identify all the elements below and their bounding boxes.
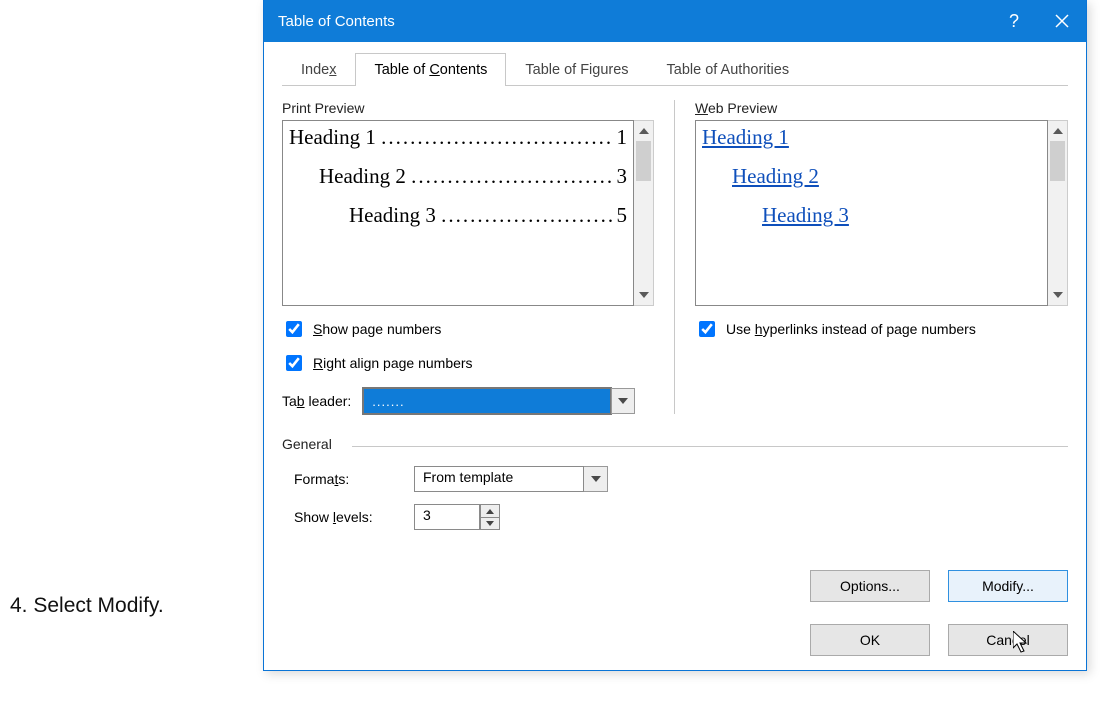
- tab-leader-label: Tab leader:: [282, 393, 351, 409]
- right-align-label: Right align page numbers: [313, 355, 473, 371]
- tabstrip: Index Table of Contents Table of Figures…: [282, 52, 1068, 86]
- preview-link[interactable]: Heading 2: [702, 164, 1041, 189]
- preview-link[interactable]: Heading 3: [702, 203, 1041, 228]
- web-preview-label: Web Preview: [695, 100, 1068, 116]
- chevron-down-icon: [486, 521, 494, 526]
- ok-button[interactable]: OK: [810, 624, 930, 656]
- preview-entry: Heading 2 ..............................…: [289, 164, 627, 189]
- formats-row: Formats: From template: [294, 466, 1068, 492]
- use-hyperlinks-label: Use hyperlinks instead of page numbers: [726, 321, 976, 337]
- tab-leader-select[interactable]: .......: [363, 388, 635, 414]
- spinner-up-button[interactable]: [480, 504, 500, 517]
- options-button[interactable]: Options...: [810, 570, 930, 602]
- scroll-up-button[interactable]: [1048, 121, 1067, 141]
- scrollbar[interactable]: [1048, 120, 1068, 306]
- scroll-track[interactable]: [634, 141, 653, 285]
- formats-label: Formats:: [294, 471, 414, 487]
- chevron-up-icon: [486, 509, 494, 514]
- tab-index[interactable]: Index: [282, 53, 355, 86]
- dialog-body: Index Table of Contents Table of Figures…: [264, 42, 1086, 670]
- chevron-down-icon: [639, 292, 649, 298]
- formats-value[interactable]: From template: [414, 466, 584, 492]
- web-preview-column: Web Preview Heading 1Heading 2Heading 3 …: [675, 100, 1068, 414]
- scroll-thumb[interactable]: [1050, 141, 1065, 181]
- print-preview-column: Print Preview Heading 1 ................…: [282, 100, 675, 414]
- right-align-row: Right align page numbers: [282, 352, 654, 374]
- modify-button[interactable]: Modify...: [948, 570, 1068, 602]
- general-section: General Formats: From template Show leve…: [282, 436, 1068, 530]
- toc-dialog: Table of Contents ? Index Table of Conte…: [263, 0, 1087, 671]
- cancel-button[interactable]: Cancel: [948, 624, 1068, 656]
- preview-entry: Heading 1 ..............................…: [289, 125, 627, 150]
- use-hyperlinks-checkbox[interactable]: [699, 321, 715, 337]
- close-button[interactable]: [1038, 0, 1086, 42]
- scroll-thumb[interactable]: [636, 141, 651, 181]
- tab-label: Table of Contents: [374, 62, 487, 78]
- tab-leader-row: Tab leader: .......: [282, 388, 654, 414]
- chevron-down-icon: [1053, 292, 1063, 298]
- tab-tof[interactable]: Table of Figures: [506, 53, 647, 86]
- tab-label: Table of Figures: [525, 62, 628, 78]
- spinner-down-button[interactable]: [480, 517, 500, 530]
- show-page-numbers-checkbox[interactable]: [286, 321, 302, 337]
- action-row: Options... Modify...: [282, 570, 1068, 602]
- tab-label: Index: [301, 62, 336, 78]
- preview-entry: Heading 3 ..............................…: [289, 203, 627, 228]
- help-button[interactable]: ?: [990, 0, 1038, 42]
- show-levels-row: Show levels: 3: [294, 504, 1068, 530]
- web-preview-box: Heading 1 Heading 2 Heading 3: [695, 120, 1048, 306]
- formats-dropdown-button[interactable]: [584, 466, 608, 492]
- show-page-numbers-label: Show page numbers: [313, 321, 441, 337]
- use-hyperlinks-row: Use hyperlinks instead of page numbers: [695, 318, 1068, 340]
- formats-select[interactable]: From template: [414, 466, 608, 492]
- chevron-down-icon: [591, 476, 601, 482]
- close-icon: [1055, 14, 1069, 28]
- divider: [352, 446, 1068, 447]
- show-levels-value[interactable]: 3: [414, 504, 480, 530]
- titlebar: Table of Contents ?: [264, 0, 1086, 42]
- tab-label: Table of Authorities: [667, 62, 790, 78]
- scrollbar[interactable]: [634, 120, 654, 306]
- show-levels-spinner[interactable]: 3: [414, 504, 500, 530]
- preview-link[interactable]: Heading 1: [702, 125, 1041, 150]
- chevron-up-icon: [1053, 128, 1063, 134]
- show-page-numbers-row: Show page numbers: [282, 318, 654, 340]
- tab-toa[interactable]: Table of Authorities: [648, 53, 809, 86]
- print-preview-label: Print Preview: [282, 100, 654, 116]
- scroll-up-button[interactable]: [634, 121, 653, 141]
- instruction-text: 4. Select Modify.: [10, 594, 164, 618]
- chevron-up-icon: [639, 128, 649, 134]
- tab-leader-dropdown-button[interactable]: [611, 388, 635, 414]
- print-preview-box: Heading 1 ..............................…: [282, 120, 634, 306]
- chevron-down-icon: [618, 398, 628, 404]
- general-legend: General: [282, 436, 342, 452]
- right-align-checkbox[interactable]: [286, 355, 302, 371]
- tab-toc[interactable]: Table of Contents: [355, 53, 506, 86]
- scroll-track[interactable]: [1048, 141, 1067, 285]
- tab-leader-value[interactable]: .......: [363, 388, 611, 414]
- dialog-title: Table of Contents: [278, 13, 990, 30]
- scroll-down-button[interactable]: [1048, 285, 1067, 305]
- footer-row: OK Cancel: [282, 624, 1068, 656]
- show-levels-label: Show levels:: [294, 509, 414, 525]
- scroll-down-button[interactable]: [634, 285, 653, 305]
